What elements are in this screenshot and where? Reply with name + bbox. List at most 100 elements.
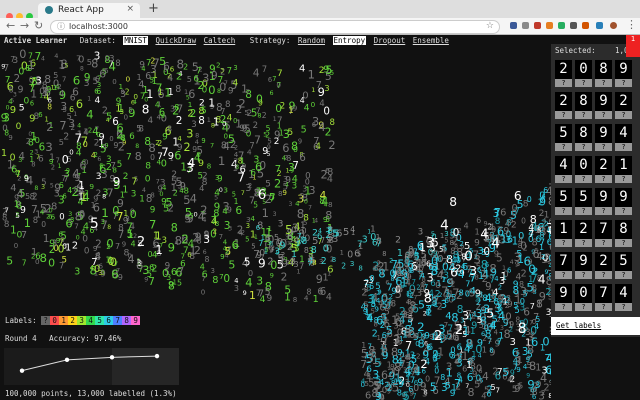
info-icon[interactable]: ⓘ [57, 21, 65, 32]
unknown-label-badge[interactable]: ? [595, 143, 612, 151]
selected-digit-card[interactable]: 9? [615, 60, 632, 88]
unknown-label-badge[interactable]: ? [595, 175, 612, 183]
unknown-label-badge[interactable]: ? [615, 79, 632, 87]
label-chip[interactable]: 1 [59, 316, 69, 325]
strategy-option-dropout[interactable]: Dropout [374, 36, 406, 45]
unknown-label-badge[interactable]: ? [555, 303, 572, 311]
unknown-label-badge[interactable]: ? [595, 271, 612, 279]
selected-digit-card[interactable]: 7? [595, 284, 612, 312]
label-chip[interactable]: 3 [77, 316, 87, 325]
unknown-label-badge[interactable]: ? [555, 111, 572, 119]
unknown-label-badge[interactable]: ? [555, 207, 572, 215]
selected-digit-card[interactable]: 8? [575, 124, 592, 152]
back-icon[interactable]: ← [6, 19, 15, 32]
selected-digit-card[interactable]: 7? [595, 220, 612, 248]
embedding-scatter-canvas[interactable]: 4444154724464286290408010147780969786441… [0, 35, 551, 400]
strategy-option-random[interactable]: Random [298, 36, 325, 45]
selected-digit-card[interactable]: 4? [555, 156, 572, 184]
label-chip[interactable]: 7 [113, 316, 123, 325]
selected-digit-card[interactable]: 0? [575, 156, 592, 184]
label-chip[interactable]: 6 [104, 316, 114, 325]
selected-digit-card[interactable]: 2? [555, 60, 572, 88]
extension-icon[interactable] [534, 22, 541, 29]
unknown-label-badge[interactable]: ? [615, 207, 632, 215]
strategy-option-ensemble[interactable]: Ensemble [413, 36, 449, 45]
selected-digit-card[interactable]: 7? [555, 252, 572, 280]
selected-digit-card[interactable]: 4? [615, 124, 632, 152]
selected-digit-card[interactable]: 2? [595, 156, 612, 184]
label-chip[interactable]: 8 [122, 316, 132, 325]
selected-digit-card[interactable]: 0? [575, 284, 592, 312]
extension-icon[interactable] [596, 22, 603, 29]
unknown-label-badge[interactable]: ? [575, 271, 592, 279]
selected-digit-card[interactable]: 8? [575, 92, 592, 120]
selected-digit-card[interactable]: 8? [595, 60, 612, 88]
unknown-label-badge[interactable]: ? [615, 239, 632, 247]
unknown-label-badge[interactable]: ? [615, 303, 632, 311]
selected-digit-card[interactable]: 5? [555, 124, 572, 152]
unknown-label-badge[interactable]: ? [575, 143, 592, 151]
new-tab-button[interactable]: + [148, 1, 159, 16]
selected-digit-card[interactable]: 9? [575, 252, 592, 280]
selected-digit-card[interactable]: 2? [555, 92, 572, 120]
unknown-label-badge[interactable]: ? [595, 239, 612, 247]
selected-digit-card[interactable]: 4? [615, 284, 632, 312]
selected-digit-card[interactable]: 9? [595, 124, 612, 152]
unknown-label-badge[interactable]: ? [615, 143, 632, 151]
unknown-label-badge[interactable]: ? [575, 239, 592, 247]
unknown-label-badge[interactable]: ? [575, 303, 592, 311]
browser-tab[interactable]: React App × [38, 3, 140, 18]
selected-digit-card[interactable]: 9? [595, 92, 612, 120]
unknown-label-badge[interactable]: ? [555, 143, 572, 151]
unknown-label-badge[interactable]: ? [595, 207, 612, 215]
selected-digit-card[interactable]: 1? [555, 220, 572, 248]
selected-digit-card[interactable]: 9? [555, 284, 572, 312]
label-chip[interactable]: 9 [131, 316, 141, 325]
selected-digit-card[interactable]: 5? [555, 188, 572, 216]
unknown-label-badge[interactable]: ? [595, 79, 612, 87]
address-bar[interactable]: ⓘ localhost:3000 ☆ [50, 20, 500, 34]
selected-digit-card[interactable]: 5? [575, 188, 592, 216]
tab-close-icon[interactable]: × [126, 4, 134, 14]
selected-digit-card[interactable]: 8? [615, 220, 632, 248]
forward-icon[interactable]: → [20, 19, 29, 32]
unknown-label-badge[interactable]: ? [555, 239, 572, 247]
dataset-option-mnist[interactable]: MNIST [123, 36, 148, 45]
strategy-option-entropy[interactable]: Entropy [332, 36, 367, 45]
extension-icon[interactable] [558, 22, 565, 29]
extension-icon[interactable] [546, 22, 553, 29]
label-chip[interactable]: 4 [86, 316, 96, 325]
label-chip[interactable]: 0 [50, 316, 60, 325]
unknown-label-badge[interactable]: ? [615, 175, 632, 183]
selected-digit-card[interactable]: 1? [615, 156, 632, 184]
selected-digit-card[interactable]: 0? [575, 60, 592, 88]
selected-digit-card[interactable]: 9? [595, 188, 612, 216]
profile-avatar[interactable] [610, 22, 617, 29]
unknown-label-badge[interactable]: ? [575, 207, 592, 215]
unknown-label-badge[interactable]: ? [615, 271, 632, 279]
unknown-label-badge[interactable]: ? [595, 303, 612, 311]
label-chip[interactable]: 2 [68, 316, 78, 325]
label-chip[interactable]: 5 [95, 316, 105, 325]
extension-icon[interactable] [510, 22, 517, 29]
dataset-option-quickdraw[interactable]: QuickDraw [155, 36, 196, 45]
unknown-label-badge[interactable]: ? [555, 79, 572, 87]
selected-digit-card[interactable]: 2? [615, 92, 632, 120]
unknown-label-badge[interactable]: ? [575, 79, 592, 87]
bookmark-star-icon[interactable]: ☆ [486, 21, 494, 31]
extension-icon[interactable] [570, 22, 577, 29]
dataset-option-caltech[interactable]: Caltech [204, 36, 236, 45]
unknown-label-badge[interactable]: ? [575, 175, 592, 183]
unknown-label-badge[interactable]: ? [595, 111, 612, 119]
get-labels-button[interactable]: Get labels [551, 317, 640, 335]
selected-digit-card[interactable]: 9? [615, 188, 632, 216]
reload-icon[interactable]: ↻ [34, 19, 43, 32]
unknown-label-badge[interactable]: ? [555, 271, 572, 279]
extension-icon[interactable] [582, 22, 589, 29]
selected-digit-card[interactable]: 2? [595, 252, 612, 280]
selected-digit-card[interactable]: 5? [615, 252, 632, 280]
selected-digit-card[interactable]: 2? [575, 220, 592, 248]
menu-kebab-icon[interactable]: ⋮ [626, 18, 637, 31]
unknown-label-badge[interactable]: ? [615, 111, 632, 119]
extension-icon[interactable] [522, 22, 529, 29]
